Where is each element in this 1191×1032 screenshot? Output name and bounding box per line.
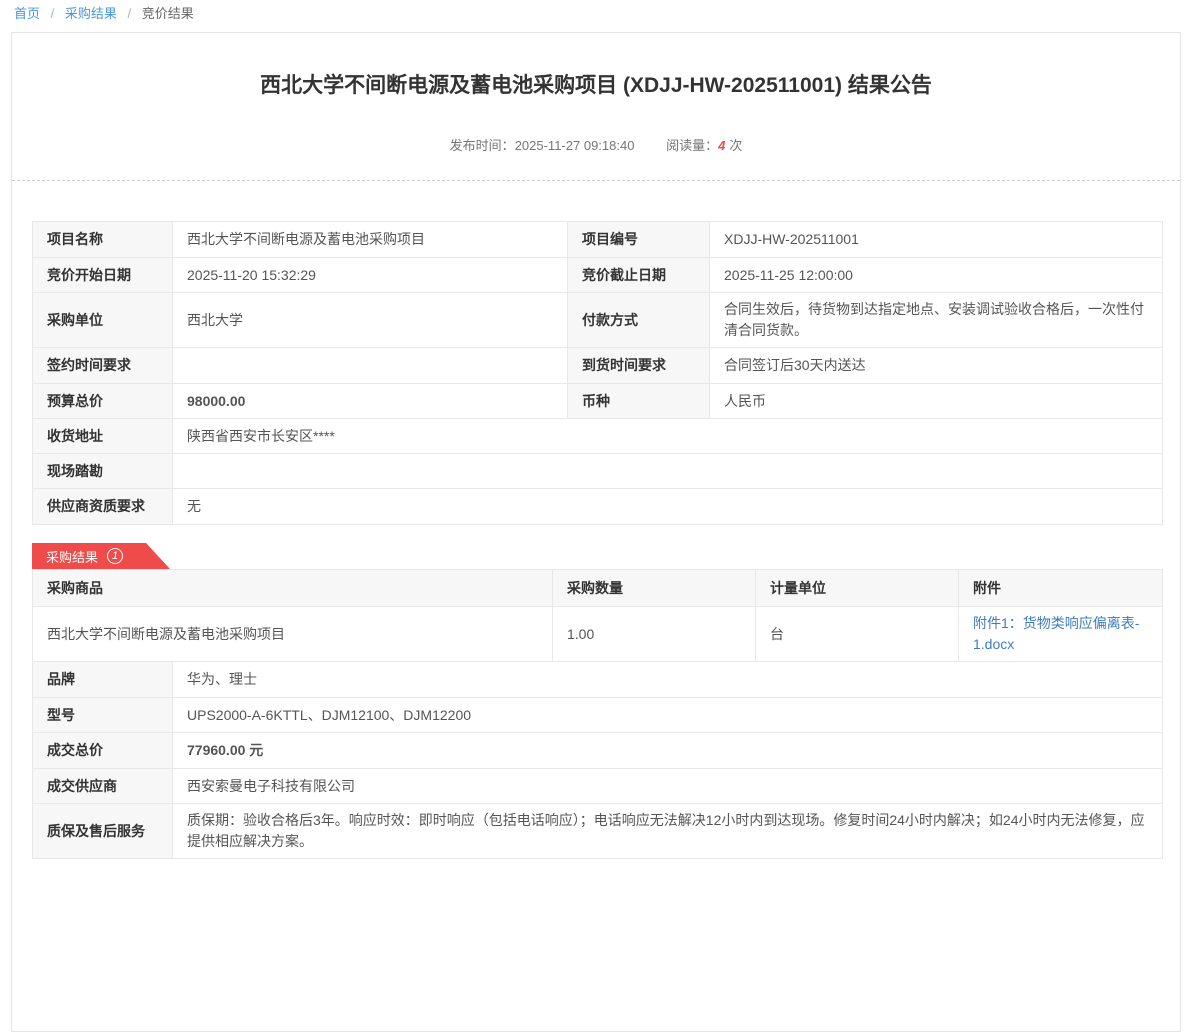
table-row: 预算总价 98000.00 币种 人民币 bbox=[33, 384, 1163, 419]
unit-column-header: 计量单位 bbox=[756, 570, 959, 607]
deal-total-price-label: 成交总价 bbox=[33, 733, 173, 769]
breadcrumb-procurement-results-link[interactable]: 采购结果 bbox=[65, 6, 117, 21]
project-name-value: 西北大学不间断电源及蓄电池采购项目 bbox=[173, 222, 568, 258]
attachment-column-header: 附件 bbox=[959, 570, 1163, 607]
quantity-cell: 1.00 bbox=[553, 607, 756, 662]
table-row: 成交总价 77960.00 元 bbox=[33, 733, 1163, 769]
currency-label: 币种 bbox=[568, 384, 710, 419]
delivery-address-value: 陕西省西安市长安区**** bbox=[173, 419, 1163, 454]
signing-time-value bbox=[173, 348, 568, 384]
read-count-unit: 次 bbox=[729, 138, 742, 153]
project-name-label: 项目名称 bbox=[33, 222, 173, 258]
table-row: 竞价开始日期 2025-11-20 15:32:29 竞价截止日期 2025-1… bbox=[33, 258, 1163, 293]
breadcrumb-home-link[interactable]: 首页 bbox=[14, 6, 40, 21]
product-column-header: 采购商品 bbox=[33, 570, 553, 607]
currency-value: 人民币 bbox=[710, 384, 1163, 419]
breadcrumb-separator: / bbox=[51, 6, 55, 21]
table-row: 西北大学不间断电源及蓄电池采购项目 1.00 台 附件1：货物类响应偏离表-1.… bbox=[33, 607, 1163, 662]
breadcrumb-separator: / bbox=[128, 6, 132, 21]
attachment-link[interactable]: 附件1：货物类响应偏离表-1.docx bbox=[973, 615, 1139, 652]
warranty-service-label: 质保及售后服务 bbox=[33, 804, 173, 859]
warranty-service-value: 质保期：验收合格后3年。响应时效：即时响应（包括电话响应）；电话响应无法解决12… bbox=[173, 804, 1163, 859]
publish-time-label: 发布时间： bbox=[450, 138, 515, 153]
read-count-value: 4 bbox=[718, 138, 725, 153]
table-row: 成交供应商 西安索曼电子科技有限公司 bbox=[33, 769, 1163, 804]
table-row: 供应商资质要求 无 bbox=[33, 489, 1163, 525]
breadcrumb: 首页 / 采购结果 / 竞价结果 bbox=[0, 0, 1191, 31]
delivery-time-value: 合同签订后30天内送达 bbox=[710, 348, 1163, 384]
bid-end-value: 2025-11-25 12:00:00 bbox=[710, 258, 1163, 293]
bid-start-label: 竞价开始日期 bbox=[33, 258, 173, 293]
site-survey-label: 现场踏勘 bbox=[33, 454, 173, 489]
table-header-row: 采购商品 采购数量 计量单位 附件 bbox=[33, 570, 1163, 607]
project-number-value: XDJJ-HW-202511001 bbox=[710, 222, 1163, 258]
unit-cell: 台 bbox=[756, 607, 959, 662]
supplier-qualification-label: 供应商资质要求 bbox=[33, 489, 173, 525]
model-value: UPS2000-A-6KTTL、DJM12100、DJM12200 bbox=[173, 698, 1163, 733]
purchase-result-detail-table: 品牌 华为、理士 型号 UPS2000-A-6KTTL、DJM12100、DJM… bbox=[32, 661, 1163, 859]
purchase-result-table: 采购商品 采购数量 计量单位 附件 西北大学不间断电源及蓄电池采购项目 1.00… bbox=[32, 569, 1163, 662]
budget-total-value: 98000.00 bbox=[173, 384, 568, 419]
purchaser-value: 西北大学 bbox=[173, 293, 568, 348]
brand-value: 华为、理士 bbox=[173, 662, 1163, 698]
site-survey-value bbox=[173, 454, 1163, 489]
dashed-divider bbox=[12, 180, 1180, 181]
budget-total-label: 预算总价 bbox=[33, 384, 173, 419]
payment-method-label: 付款方式 bbox=[568, 293, 710, 348]
purchase-result-ribbon-label: 采购结果 bbox=[46, 547, 98, 566]
deal-total-price-value: 77960.00 元 bbox=[173, 733, 1163, 769]
publish-time-value: 2025-11-27 09:18:40 bbox=[515, 138, 635, 153]
publish-meta: 发布时间：2025-11-27 09:18:40 阅读量：4次 bbox=[12, 135, 1180, 154]
delivery-time-label: 到货时间要求 bbox=[568, 348, 710, 384]
breadcrumb-current-page: 竞价结果 bbox=[142, 6, 194, 21]
bid-start-value: 2025-11-20 15:32:29 bbox=[173, 258, 568, 293]
table-row: 现场踏勘 bbox=[33, 454, 1163, 489]
winning-supplier-value: 西安索曼电子科技有限公司 bbox=[173, 769, 1163, 804]
purchaser-label: 采购单位 bbox=[33, 293, 173, 348]
model-label: 型号 bbox=[33, 698, 173, 733]
result-index-badge: 1 bbox=[107, 548, 123, 564]
table-row: 质保及售后服务 质保期：验收合格后3年。响应时效：即时响应（包括电话响应）；电话… bbox=[33, 804, 1163, 859]
table-row: 项目名称 西北大学不间断电源及蓄电池采购项目 项目编号 XDJJ-HW-2025… bbox=[33, 222, 1163, 258]
payment-method-value: 合同生效后，待货物到达指定地点、安装调试验收合格后，一次性付清合同货款。 bbox=[710, 293, 1163, 348]
project-info-table: 项目名称 西北大学不间断电源及蓄电池采购项目 项目编号 XDJJ-HW-2025… bbox=[32, 221, 1163, 525]
read-count-label: 阅读量： bbox=[666, 138, 718, 153]
page-title: 西北大学不间断电源及蓄电池采购项目 (XDJJ-HW-202511001) 结果… bbox=[52, 71, 1140, 101]
table-row: 型号 UPS2000-A-6KTTL、DJM12100、DJM12200 bbox=[33, 698, 1163, 733]
winning-supplier-label: 成交供应商 bbox=[33, 769, 173, 804]
signing-time-label: 签约时间要求 bbox=[33, 348, 173, 384]
delivery-address-label: 收货地址 bbox=[33, 419, 173, 454]
table-row: 收货地址 陕西省西安市长安区**** bbox=[33, 419, 1163, 454]
purchase-result-ribbon: 采购结果 1 bbox=[32, 543, 170, 569]
bid-end-label: 竞价截止日期 bbox=[568, 258, 710, 293]
brand-label: 品牌 bbox=[33, 662, 173, 698]
project-number-label: 项目编号 bbox=[568, 222, 710, 258]
product-name-cell: 西北大学不间断电源及蓄电池采购项目 bbox=[33, 607, 553, 662]
table-row: 品牌 华为、理士 bbox=[33, 662, 1163, 698]
table-row: 签约时间要求 到货时间要求 合同签订后30天内送达 bbox=[33, 348, 1163, 384]
supplier-qualification-value: 无 bbox=[173, 489, 1163, 525]
quantity-column-header: 采购数量 bbox=[553, 570, 756, 607]
table-row: 采购单位 西北大学 付款方式 合同生效后，待货物到达指定地点、安装调试验收合格后… bbox=[33, 293, 1163, 348]
announcement-card: 西北大学不间断电源及蓄电池采购项目 (XDJJ-HW-202511001) 结果… bbox=[11, 32, 1181, 1032]
